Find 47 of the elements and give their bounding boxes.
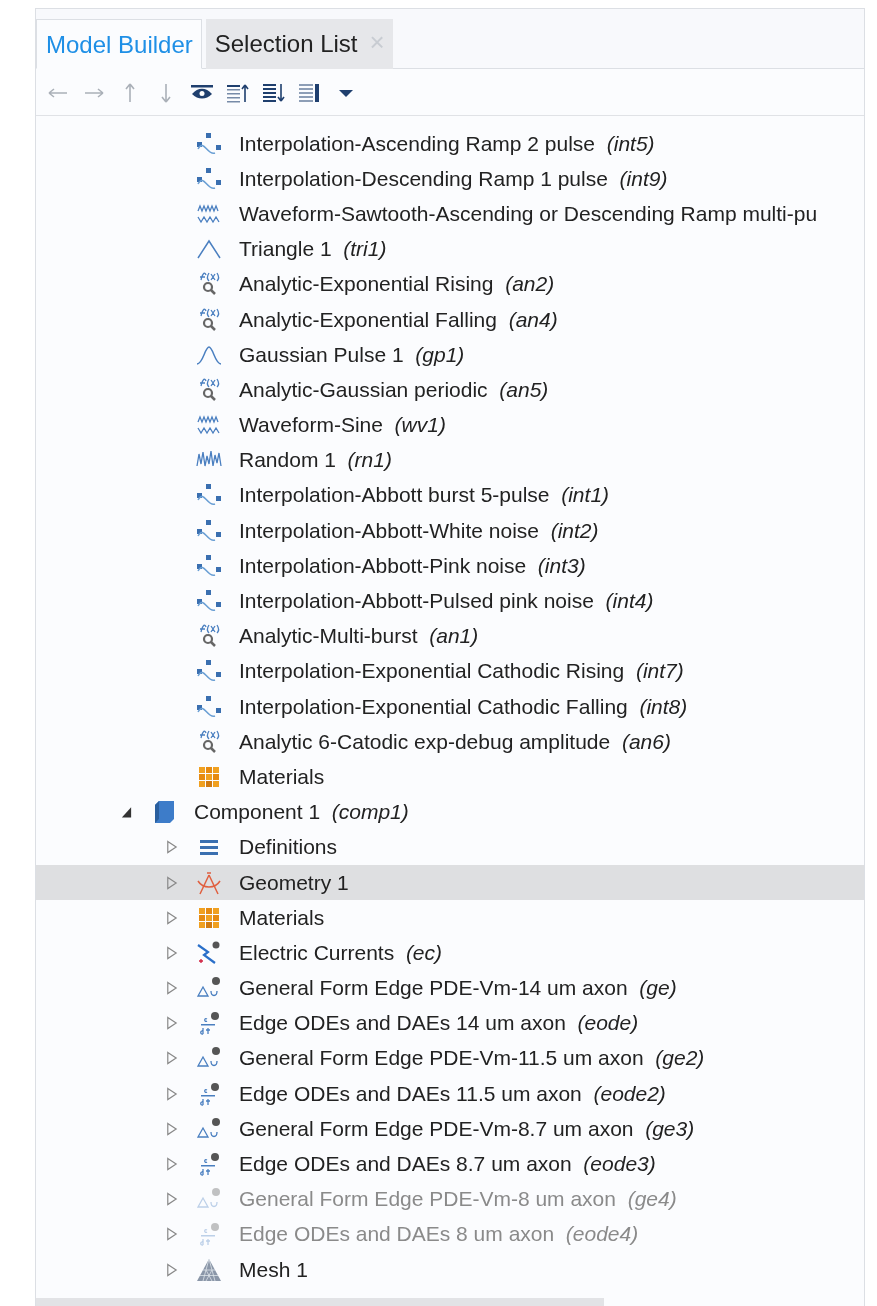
selected-tree-row[interactable]: Geometry 1 bbox=[36, 864, 864, 901]
tree-item[interactable]: Interpolation-Exponential Cathodic Rising (int7) bbox=[239, 659, 684, 684]
expand-icon[interactable] bbox=[262, 81, 286, 105]
tree-item[interactable]: Waveform-Sawtooth-Ascending or Descending Ramp multi-pu bbox=[239, 201, 818, 226]
horizontal-scrollbar[interactable] bbox=[36, 1298, 604, 1306]
collapsed-arrow-icon[interactable] bbox=[165, 1085, 178, 1102]
tree-item[interactable]: Electric Currents (ec) bbox=[239, 940, 443, 965]
tree-item[interactable]: Analytic-Exponential Rising (an2) bbox=[239, 272, 555, 297]
tree-item[interactable]: Component 1 (comp1) bbox=[194, 800, 409, 825]
collapsed-arrow-icon[interactable] bbox=[165, 944, 178, 961]
tree-item[interactable]: Analytic 6-Catodic exp-debug amplitude (an6) bbox=[239, 729, 671, 754]
collapsed-arrow-icon[interactable] bbox=[165, 874, 178, 891]
tree-item[interactable]: Edge ODEs and DAEs 11.5 um axon (eode2) bbox=[239, 1081, 666, 1106]
tree-item[interactable]: Interpolation-Descending Ramp 1 pulse (int9) bbox=[239, 166, 668, 191]
collapsed-arrow-icon[interactable] bbox=[165, 1120, 178, 1137]
collapsed-arrow-icon[interactable] bbox=[165, 1050, 178, 1067]
collapsed-arrow-icon[interactable] bbox=[165, 1261, 178, 1278]
tree-item[interactable]: Materials bbox=[239, 764, 325, 789]
tree-item[interactable]: Interpolation-Ascending Ramp 2 pulse (int5) bbox=[239, 131, 655, 156]
tree-item[interactable]: Random 1 (rn1) bbox=[239, 448, 392, 473]
tree-item[interactable]: Analytic-Multi-burst (an1) bbox=[239, 624, 479, 649]
tree-item[interactable]: Analytic-Gaussian periodic (an5) bbox=[239, 377, 549, 402]
tree-item[interactable]: Materials bbox=[239, 905, 325, 930]
tree-item[interactable]: Interpolation-Exponential Cathodic Falling (int8) bbox=[239, 694, 688, 719]
collapsed-arrow-icon[interactable] bbox=[165, 909, 178, 926]
tree-item[interactable]: Interpolation-Abbott-Pulsed pink noise (int4) bbox=[239, 589, 654, 614]
collapsed-arrow-icon[interactable] bbox=[165, 1015, 178, 1032]
tree-item[interactable]: General Form Edge PDE-Vm-14 um axon (ge) bbox=[239, 976, 677, 1001]
tree-item[interactable]: Waveform-Sine (wv1) bbox=[239, 413, 446, 438]
panel-tab[interactable]: Selection List × bbox=[205, 19, 393, 69]
tree-item[interactable]: Interpolation-Abbott-White noise (int2) bbox=[239, 518, 599, 543]
collapsed-arrow-icon[interactable] bbox=[165, 839, 178, 856]
tree-item[interactable]: General Form Edge PDE-Vm-8.7 um axon (ge3) bbox=[239, 1116, 695, 1141]
tree-item[interactable]: Triangle 1 (tri1) bbox=[239, 237, 387, 262]
tree-item[interactable]: General Form Edge PDE-Vm-11.5 um axon (ge2) bbox=[239, 1046, 705, 1071]
tree-item[interactable]: Gaussian Pulse 1 (gp1) bbox=[239, 342, 465, 367]
tree-item[interactable]: Edge ODEs and DAEs 14 um axon (eode) bbox=[239, 1011, 639, 1036]
tree-item[interactable]: Interpolation-Abbott-Pink noise (int3) bbox=[239, 553, 586, 578]
tree-item[interactable]: Analytic-Exponential Falling (an4) bbox=[239, 307, 558, 332]
tree-item[interactable]: Mesh 1 bbox=[239, 1257, 308, 1282]
tree-item[interactable]: Geometry 1 bbox=[239, 870, 349, 895]
list-options-icon[interactable] bbox=[298, 81, 322, 105]
tree-item[interactable]: Definitions bbox=[239, 835, 338, 860]
tree-item[interactable]: Interpolation-Abbott burst 5-pulse (int1) bbox=[239, 483, 610, 508]
collapsed-arrow-icon[interactable] bbox=[165, 980, 178, 997]
collapsed-arrow-icon[interactable] bbox=[165, 1156, 178, 1173]
tree-item[interactable]: Edge ODEs and DAEs 8.7 um axon (eode3) bbox=[239, 1152, 656, 1177]
